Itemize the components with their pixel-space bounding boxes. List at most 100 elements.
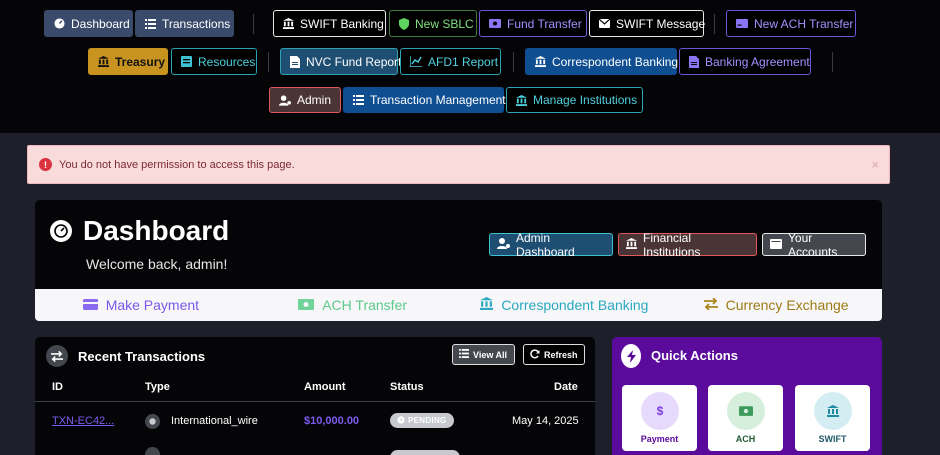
column-header-date[interactable]: Date: [554, 381, 578, 393]
page-title: Dashboard: [83, 215, 230, 246]
currency-exchange-label: Currency Exchange: [725, 297, 849, 313]
swift-action-card[interactable]: SWIFT: [795, 385, 870, 451]
quick-actions-title: Quick Actions: [651, 348, 738, 363]
nav-swift-message-label: SWIFT Message: [616, 16, 706, 31]
tasks-icon: [353, 94, 364, 106]
shield-icon: [399, 17, 409, 30]
your-accounts-label: Your Accounts: [788, 230, 838, 259]
tachometer-icon: [50, 220, 72, 242]
globe-icon: [145, 414, 160, 429]
nav-swift-banking-label: SWIFT Banking: [300, 16, 384, 31]
admin-dashboard-button[interactable]: Admin Dashboard: [489, 230, 613, 259]
nav-fund-transfer-label: Fund Transfer: [507, 16, 582, 31]
column-header-status[interactable]: Status: [390, 381, 424, 393]
column-header-id[interactable]: ID: [52, 381, 63, 393]
nav-correspondent-banking-button[interactable]: Correspondent Banking: [525, 48, 679, 75]
nav-nvc-fund-report-button[interactable]: NVC Fund Report: [280, 48, 402, 75]
swift-action-label: SWIFT: [818, 434, 847, 444]
refresh-button[interactable]: Refresh: [523, 344, 585, 365]
nav-correspondent-banking-label: Correspondent Banking: [552, 54, 679, 69]
nav-banking-agreement-label: Banking Agreement: [705, 54, 810, 69]
nav-divider: [253, 14, 254, 34]
nav-afd1-report-label: AFD1 Report: [428, 54, 499, 69]
nav-swift-banking-button[interactable]: SWIFT Banking: [273, 10, 386, 37]
nav-admin-button[interactable]: Admin: [269, 87, 341, 113]
nav-new-sblc-button[interactable]: New SBLC: [389, 10, 477, 37]
permission-error-alert: ! You do not have permission to access t…: [27, 145, 890, 184]
status-badge: PENDING: [390, 413, 454, 428]
nav-nvc-fund-report-label: NVC Fund Report: [306, 54, 402, 69]
payment-action-card[interactable]: $ Payment: [622, 385, 697, 451]
nav-divider: [714, 14, 715, 34]
nav-dashboard-button[interactable]: Dashboard: [44, 10, 133, 37]
currency-exchange-link[interactable]: Currency Exchange: [670, 297, 882, 313]
dashboard-header: Dashboard Welcome back, admin! Admin Das…: [35, 200, 882, 289]
column-header-amount[interactable]: Amount: [304, 381, 346, 393]
column-header-type[interactable]: Type: [145, 381, 170, 393]
nav-divider: [513, 52, 514, 72]
table-divider: [35, 401, 595, 402]
recent-transactions-panel: Recent Transactions View All Refresh ID …: [35, 337, 595, 455]
user-cog-icon: [497, 237, 510, 252]
alert-message: You do not have permission to access thi…: [59, 158, 295, 171]
nav-dashboard-label: Dashboard: [71, 16, 130, 31]
financial-institutions-label: Financial Institutions: [643, 230, 701, 259]
bank-icon: [535, 56, 546, 68]
nav-treasury-label: Treasury: [115, 54, 166, 69]
transaction-type: International_wire: [171, 415, 258, 427]
nav-new-ach-transfer-button[interactable]: New ACH Transfer: [726, 10, 856, 37]
nav-transaction-management-label: Transaction Management: [370, 93, 506, 107]
bank-icon: [480, 297, 494, 313]
book-icon: [181, 56, 192, 68]
nav-fund-transfer-button[interactable]: Fund Transfer: [479, 10, 587, 37]
credit-card-icon: [82, 297, 98, 313]
nav-manage-institutions-button[interactable]: Manage Institutions: [506, 87, 643, 113]
close-icon[interactable]: ×: [871, 157, 879, 172]
money-bill-icon: [489, 18, 501, 30]
bolt-icon: [621, 344, 641, 368]
money-bill-icon: [727, 392, 765, 430]
recent-transactions-header: Recent Transactions View All Refresh: [35, 337, 595, 375]
nav-divider: [832, 52, 833, 72]
top-navigation: Dashboard Transactions SWIFT Banking New…: [0, 0, 940, 133]
list-icon: [459, 349, 469, 360]
exchange-icon: [703, 297, 718, 313]
your-accounts-button[interactable]: Your Accounts: [762, 230, 866, 259]
envelope-icon: [599, 18, 610, 30]
make-payment-link[interactable]: Make Payment: [35, 297, 247, 313]
nav-afd1-report-button[interactable]: AFD1 Report: [400, 48, 501, 75]
ach-action-label: ACH: [735, 434, 756, 444]
correspondent-banking-link[interactable]: Correspondent Banking: [459, 297, 671, 313]
transaction-date: May 14, 2025: [512, 415, 579, 427]
nav-treasury-button[interactable]: Treasury: [88, 48, 168, 75]
bank-icon: [98, 56, 109, 68]
nav-transaction-management-button[interactable]: Transaction Management: [343, 87, 506, 113]
ach-action-card[interactable]: ACH: [708, 385, 783, 451]
correspondent-banking-label: Correspondent Banking: [501, 297, 649, 313]
refresh-label: Refresh: [544, 349, 578, 360]
ach-transfer-label: ACH Transfer: [322, 297, 408, 313]
ach-transfer-link[interactable]: ACH Transfer: [247, 297, 459, 313]
transaction-id-link[interactable]: TXN-EC42...: [52, 415, 114, 427]
nav-transactions-button[interactable]: Transactions: [135, 10, 234, 37]
nav-resources-button[interactable]: Resources: [171, 48, 257, 75]
nav-manage-institutions-label: Manage Institutions: [533, 93, 638, 107]
admin-dashboard-label: Admin Dashboard: [516, 230, 575, 259]
view-all-label: View All: [473, 349, 508, 360]
nav-swift-message-button[interactable]: SWIFT Message: [589, 10, 706, 37]
globe-icon: [145, 447, 160, 455]
quick-links-bar: Make Payment ACH Transfer Correspondent …: [35, 289, 882, 321]
nav-new-ach-transfer-label: New ACH Transfer: [754, 16, 854, 31]
nav-banking-agreement-button[interactable]: Banking Agreement: [679, 48, 811, 75]
tachometer-icon: [54, 18, 65, 30]
financial-institutions-button[interactable]: Financial Institutions: [618, 230, 757, 259]
user-cog-icon: [279, 94, 291, 106]
status-badge-label: PENDING: [408, 416, 447, 425]
nav-new-sblc-label: New SBLC: [415, 16, 474, 31]
exchange-icon: [46, 345, 68, 367]
status-badge: [390, 450, 460, 455]
nav-resources-label: Resources: [198, 54, 256, 69]
view-all-button[interactable]: View All: [452, 344, 515, 365]
clock-icon: [397, 415, 405, 426]
nav-divider: [268, 52, 269, 72]
